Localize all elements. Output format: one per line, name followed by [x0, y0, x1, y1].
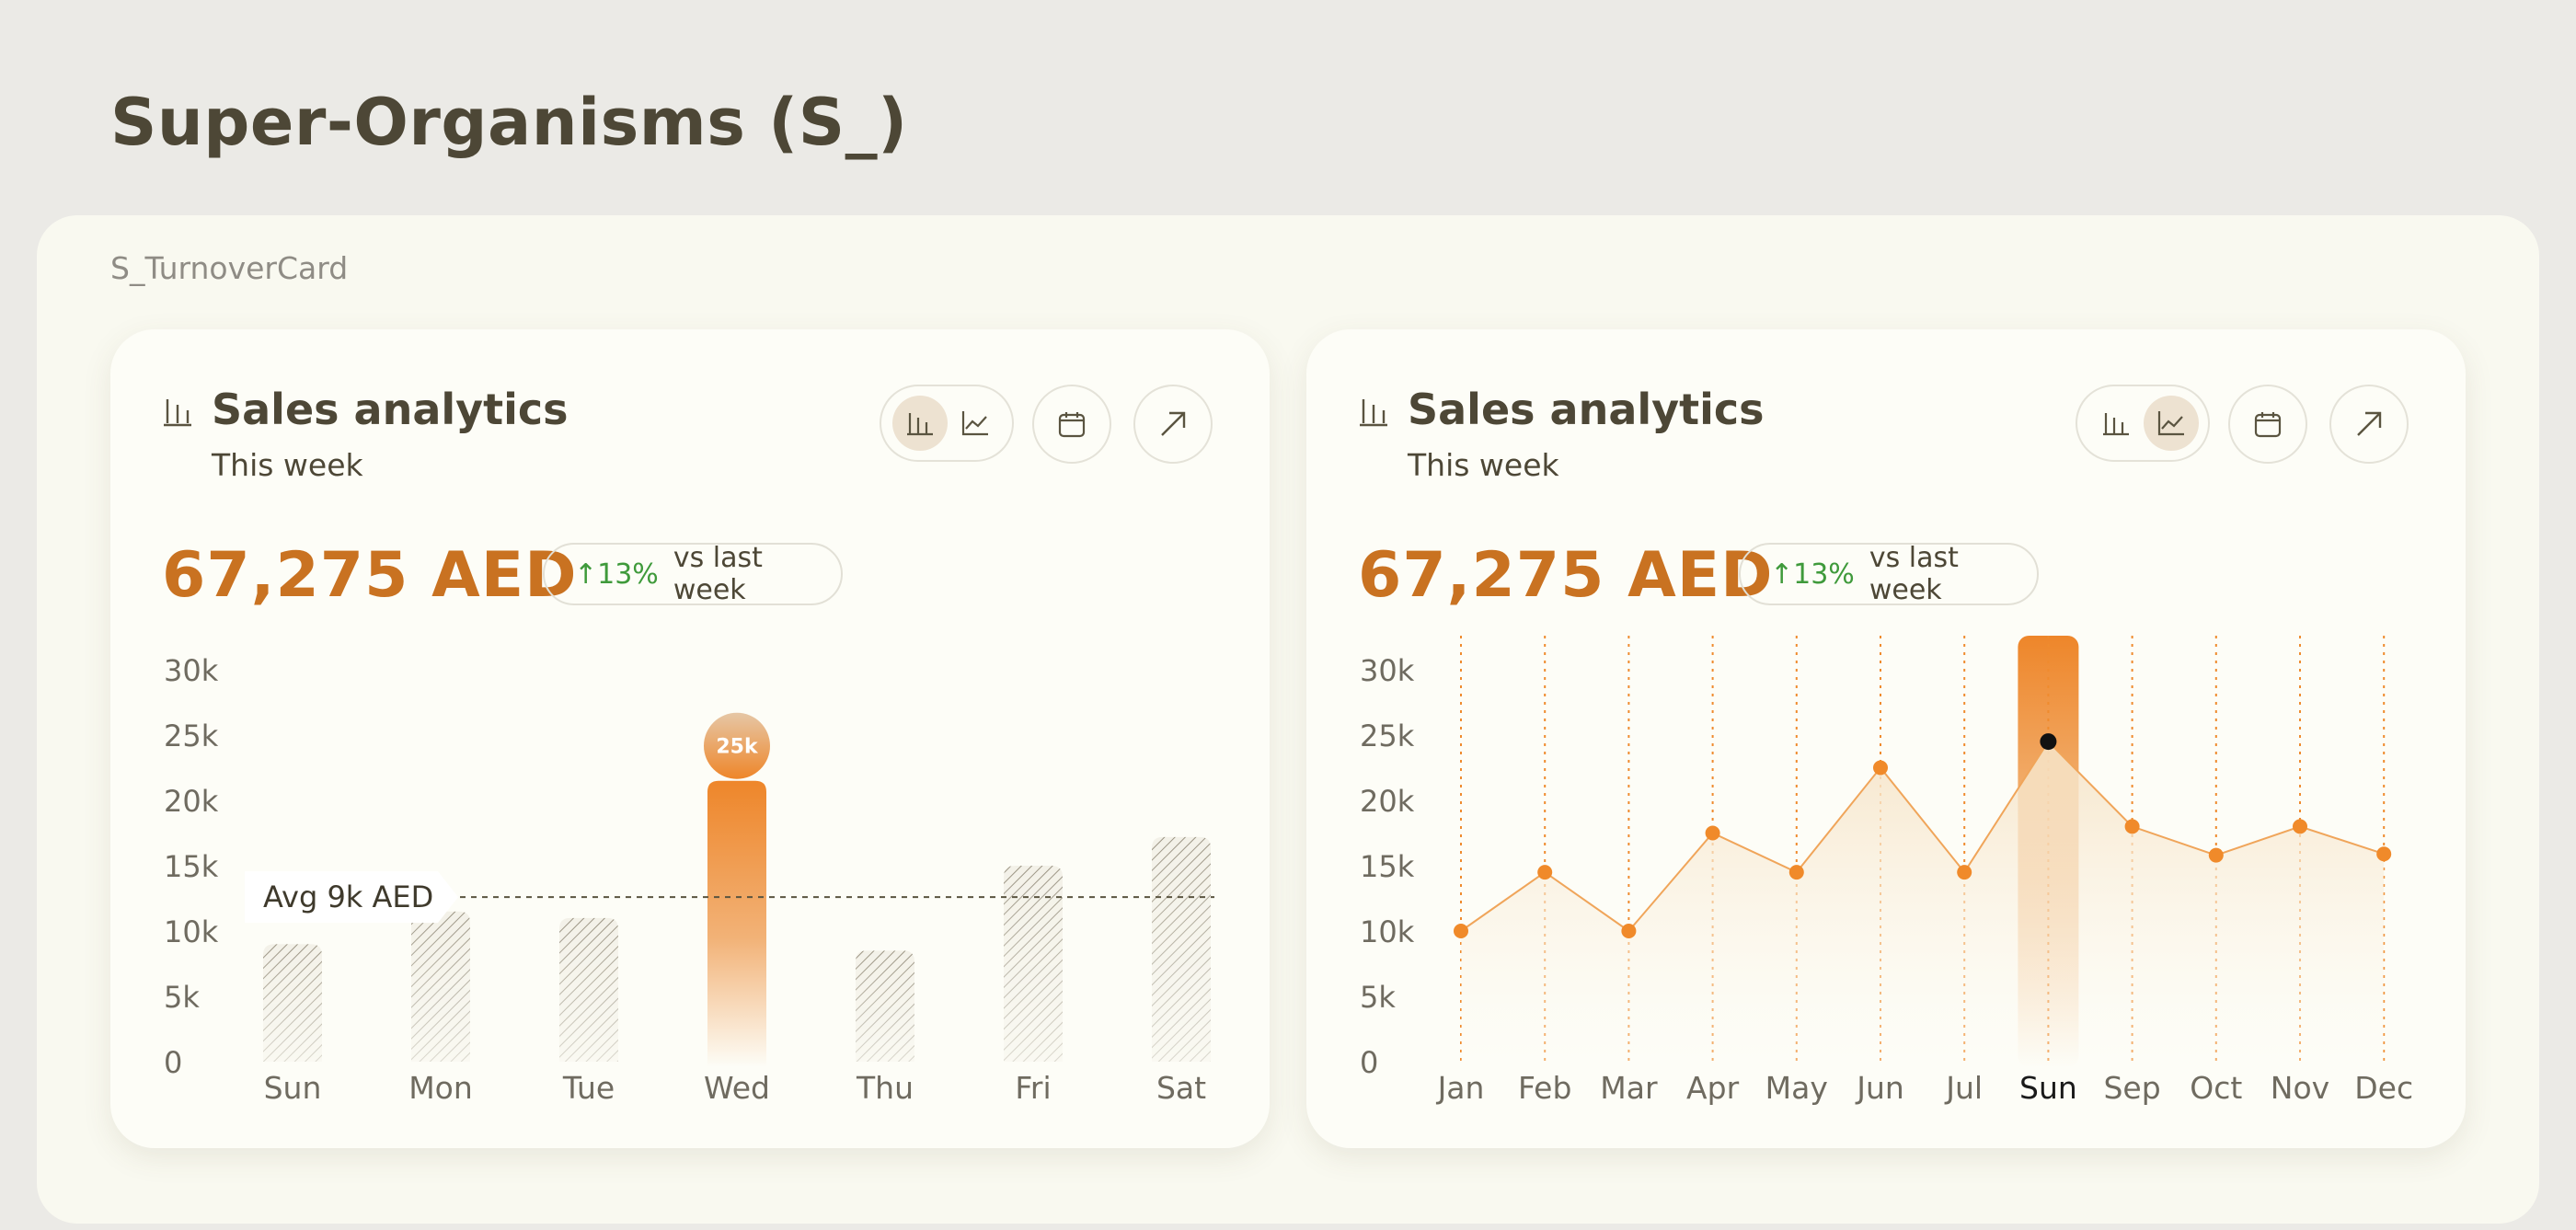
- bar: [856, 950, 914, 1062]
- sales-analytics-card-line: Sales analytics This week 67,275 AED ↑13…: [1306, 329, 2466, 1148]
- data-point: [2124, 819, 2140, 834]
- data-point: [2208, 847, 2224, 863]
- page-title: Super-Organisms (S_): [110, 85, 908, 160]
- bar: [559, 917, 618, 1062]
- x-tick-label: Dec: [2354, 1070, 2413, 1106]
- x-tick-label: Sun: [264, 1070, 322, 1106]
- x-tick-label: Jul: [1944, 1070, 1983, 1106]
- data-point: [1621, 924, 1637, 938]
- data-point: [1873, 760, 1888, 776]
- y-tick-label: 20k: [1360, 784, 1415, 819]
- bar-chart: 0 5k 10k 15k 20k 25k 30k Sun Mon Tue 25k Wed Thu Fri S…: [164, 653, 1214, 1106]
- data-point: [1454, 924, 1468, 938]
- data-point: [2376, 846, 2392, 862]
- data-point: [1788, 865, 1804, 880]
- x-tick-label: Sat: [1156, 1070, 1206, 1106]
- x-tick-label: Fri: [1015, 1070, 1051, 1106]
- area-fill: [1461, 741, 2385, 1062]
- y-tick-label: 5k: [1360, 980, 1396, 1015]
- y-tick-label: 0: [164, 1045, 182, 1080]
- x-tick-label: Nov: [2271, 1070, 2329, 1106]
- data-point: [1537, 865, 1553, 880]
- section-label: S_TurnoverCard: [110, 250, 349, 286]
- average-label: Avg 9k AED: [263, 879, 433, 914]
- sales-analytics-card-bar: Sales analytics This week 67,275 AED ↑13…: [110, 329, 1270, 1148]
- x-tick-label: Wed: [704, 1070, 770, 1106]
- data-point: [1705, 825, 1720, 841]
- x-tick-label: Jan: [1436, 1070, 1485, 1106]
- y-tick-label: 25k: [1360, 718, 1415, 753]
- x-tick-label: Oct: [2190, 1070, 2242, 1106]
- y-tick-label: 15k: [164, 849, 219, 884]
- bar: [1152, 836, 1211, 1062]
- x-tick-label: Mar: [1600, 1070, 1658, 1106]
- y-tick-label: 10k: [164, 914, 219, 949]
- value-bubble-label: 25k: [716, 736, 759, 759]
- x-tick-label: Mon: [408, 1070, 473, 1106]
- x-tick-label: Sep: [2103, 1070, 2160, 1106]
- x-tick-label: Sun: [2019, 1070, 2077, 1106]
- y-tick-label: 10k: [1360, 914, 1415, 949]
- data-point: [2293, 819, 2307, 834]
- y-tick-label: 30k: [164, 653, 219, 688]
- x-tick-label: Apr: [1686, 1070, 1740, 1106]
- data-point: [1957, 865, 1972, 880]
- y-tick-label: 20k: [164, 784, 219, 819]
- y-tick-label: 5k: [164, 980, 200, 1015]
- data-point-highlight: [2040, 733, 2057, 751]
- x-tick-label: Feb: [1518, 1070, 1571, 1106]
- x-tick-label: Tue: [562, 1070, 615, 1106]
- x-tick-label: Thu: [856, 1070, 914, 1106]
- bar: [263, 944, 322, 1062]
- y-tick-label: 15k: [1360, 849, 1415, 884]
- bar: [411, 911, 470, 1062]
- y-tick-label: 30k: [1360, 653, 1415, 688]
- line-chart: 0 5k 10k 15k 20k 25k 30k Jan Feb Mar Apr May Jun Jul S…: [1360, 636, 2413, 1106]
- bar: [707, 780, 766, 1067]
- x-tick-label: May: [1765, 1070, 1828, 1106]
- bar: [1004, 866, 1063, 1062]
- y-tick-label: 0: [1360, 1045, 1378, 1080]
- y-tick-label: 25k: [164, 718, 219, 753]
- x-tick-label: Jun: [1855, 1070, 1904, 1106]
